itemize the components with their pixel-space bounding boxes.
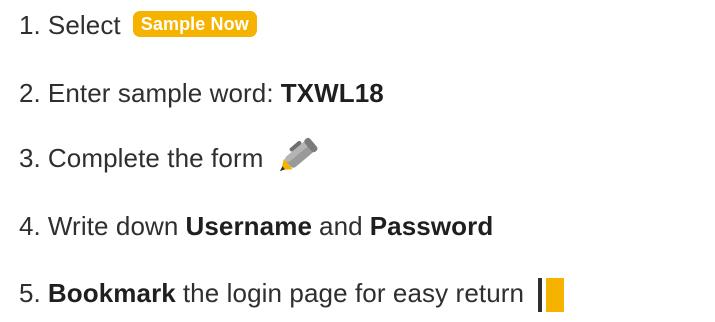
bookmark-icon-flag bbox=[546, 278, 565, 312]
step-number: 3. bbox=[19, 142, 41, 173]
step-text: Write down bbox=[47, 210, 179, 241]
bookmark-label: Bookmark bbox=[47, 277, 176, 308]
pen-icon bbox=[273, 135, 325, 175]
step-text-middle: and bbox=[319, 210, 363, 241]
step-3: 3. Complete the form bbox=[19, 135, 325, 178]
step-4: 4. Write down Username and Password bbox=[19, 206, 493, 246]
step-text: Enter sample word: bbox=[47, 77, 274, 108]
sample-word: TXWL18 bbox=[280, 77, 384, 108]
step-5: 5. Bookmark the login page for easy retu… bbox=[19, 273, 565, 313]
step-text: Complete the form bbox=[47, 142, 264, 173]
instruction-steps: 1. Select Sample Now 2. Enter sample wor… bbox=[0, 0, 715, 322]
step-2: 2. Enter sample word: TXWL18 bbox=[19, 73, 384, 113]
password-label: Password bbox=[369, 210, 494, 241]
step-text: the login page for easy return bbox=[182, 277, 525, 308]
bookmark-icon bbox=[538, 278, 565, 312]
step-number: 1. bbox=[19, 9, 41, 40]
step-1: 1. Select Sample Now bbox=[19, 5, 257, 45]
step-text: Select bbox=[47, 9, 121, 40]
step-number: 2. bbox=[19, 77, 41, 108]
step-number: 4. bbox=[19, 210, 41, 241]
sample-now-button[interactable]: Sample Now bbox=[132, 11, 257, 37]
bookmark-icon-bar bbox=[538, 278, 543, 312]
step-number: 5. bbox=[19, 277, 41, 308]
username-label: Username bbox=[185, 210, 313, 241]
